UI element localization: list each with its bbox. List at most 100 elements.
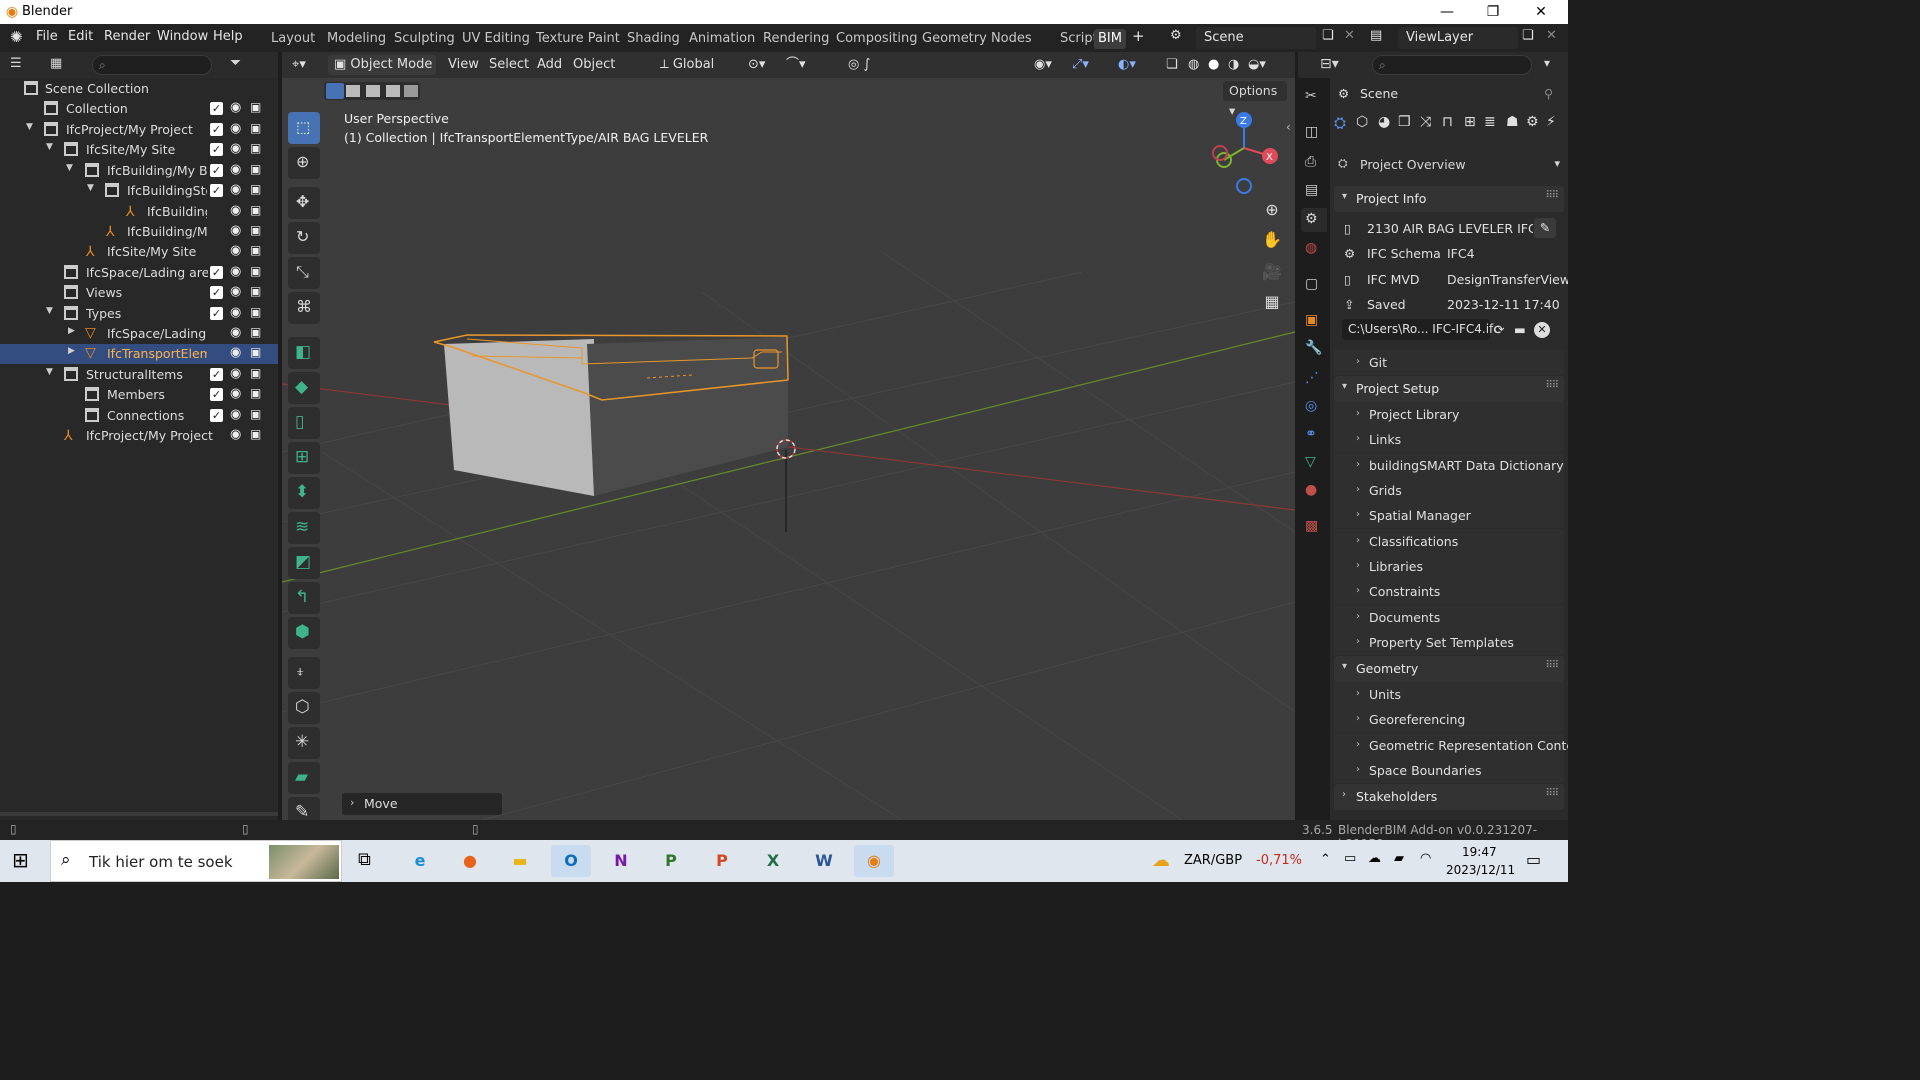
select-new-icon[interactable] [326,83,344,99]
tree-row-ifcbuildingstorey[interactable]: ▼ IfcBuildingStore ✓ ◉ ▣ [0,181,278,201]
project-info-panel-header[interactable]: ▾ Project Info ⠿⠿ [1334,186,1564,212]
menu-add[interactable]: Add [537,55,562,75]
render-camera-icon[interactable]: ▣ [250,100,266,114]
bim-opening-tool[interactable]: ⬡ [288,692,320,724]
sidebar-toggle-icon[interactable]: ‹ [1286,120,1291,134]
visibility-eye-icon[interactable]: ◉ [230,305,246,320]
bim-structure-tool[interactable]: ✳ [288,727,320,759]
menu-render[interactable]: Render [104,29,150,44]
delete-scene-icon[interactable]: ✕ [1344,28,1355,43]
blender-menu-icon[interactable]: ✺ [10,28,23,46]
tree-row-types[interactable]: ▼ Types ✓ ◉ ▣ [0,304,278,324]
tray-cloud-icon[interactable]: ☁ [1368,851,1381,866]
gizmo-toggle-icon[interactable]: ⤢▾ [1072,55,1089,75]
visibility-eye-icon[interactable]: ◉ [230,345,246,360]
services-icon[interactable]: ⤨ [1420,114,1431,130]
bim-window-tool[interactable]: ⊞ [288,442,320,474]
options-dropdown[interactable]: Options ▾ [1223,81,1287,118]
move-tool[interactable]: ✥ [288,187,320,219]
powerpoint-icon[interactable]: P [702,845,742,877]
object-tab-icon[interactable]: ▣ [1305,312,1318,328]
onenote-icon[interactable]: N [601,845,641,877]
render-camera-icon[interactable]: ▣ [250,407,266,421]
texture-tab-icon[interactable]: ▩ [1305,518,1318,534]
visibility-icon[interactable]: ◉▾ [1034,55,1052,75]
expand-arrow-icon[interactable]: ▼ [46,306,53,316]
visibility-eye-icon[interactable]: ◉ [230,223,246,238]
modifier-tab-icon[interactable]: 🔧 [1305,340,1322,356]
tab-layout[interactable]: Layout [267,29,319,49]
display-mode-icon[interactable]: ▦ [50,56,62,71]
view-layer-icon[interactable]: ▤ [1370,28,1382,43]
3d-viewport[interactable]: ⌖▾ ▣ Object Mode View Select Add Object … [282,52,1295,820]
expand-arrow-icon[interactable]: ▼ [26,122,33,132]
git-subpanel[interactable]: › Git [1334,350,1564,375]
schedule-icon[interactable]: ⊞ [1464,114,1476,130]
exclude-checkbox[interactable]: ✓ [210,102,223,115]
bim-stair-tool[interactable]: ≋ [288,512,320,544]
word-icon[interactable]: W [804,845,844,877]
select-intersect-icon[interactable] [404,85,418,97]
outliner-search-input[interactable]: ⌕ [92,55,212,75]
visibility-eye-icon[interactable]: ◉ [230,121,246,136]
drag-grip-icon[interactable]: ⠿⠿ [1545,788,1559,799]
project-setup-panel-header[interactable]: ▾ Project Setup ⠿⠿ [1334,376,1564,402]
exclude-checkbox[interactable]: ✓ [210,184,223,197]
expand-arrow-icon[interactable]: ▶ [68,326,75,336]
new-view-layer-icon[interactable]: ❏ [1522,28,1534,43]
transform-orientation-selector[interactable]: ⟂ Global [660,55,738,75]
render-camera-icon[interactable]: ▣ [250,223,266,237]
stakeholders-panel-header[interactable]: › Stakeholders ⠿⠿ [1334,784,1564,810]
physics-tab-icon[interactable]: ◎ [1305,398,1317,414]
exclude-checkbox[interactable]: ✓ [210,409,223,422]
visibility-eye-icon[interactable]: ◉ [230,407,246,422]
exclude-checkbox[interactable]: ✓ [210,307,223,320]
visibility-eye-icon[interactable]: ◉ [230,100,246,115]
visibility-eye-icon[interactable]: ◉ [230,264,246,279]
excel-icon[interactable]: X [753,845,793,877]
world-tab-icon[interactable]: ◍ [1305,240,1317,256]
tab-compositing[interactable]: Compositing [832,29,922,49]
render-camera-icon[interactable]: ▣ [250,162,266,176]
tree-row-ifcproject[interactable]: ▼ IfcProject/My Project ✓ ◉ ▣ [0,120,278,140]
chevron-down-icon[interactable]: ▾ [1544,56,1550,70]
expand-arrow-icon[interactable]: ▶ [68,346,75,356]
bim-element-tool[interactable]: ⬢ [288,617,320,649]
material-tab-icon[interactable]: ● [1305,482,1317,498]
transform-tool[interactable]: ⌘ [288,292,320,324]
render-camera-icon[interactable]: ▣ [250,366,266,380]
tree-row-structuralitems[interactable]: ▼ StructuralItems ✓ ◉ ▣ [0,365,278,385]
file-explorer-icon[interactable]: ▬ [500,845,540,877]
xray-icon[interactable]: ❏ [1166,55,1178,75]
notifications-icon[interactable]: ▭ [1526,850,1541,869]
menu-select[interactable]: Select [489,55,529,75]
subpanel-georeferencing[interactable]: › Georeferencing [1334,707,1564,732]
subpanel-pset-templates[interactable]: › Property Set Templates [1334,630,1564,655]
tab-uv-editing[interactable]: UV Editing [458,29,534,49]
zoom-icon[interactable]: ⊕ [1258,196,1286,224]
editor-type-icon[interactable]: ⊟▾ [1320,56,1339,72]
exclude-checkbox[interactable]: ✓ [210,266,223,279]
battery-icon[interactable]: ▰ [1394,851,1404,866]
menu-object[interactable]: Object [573,55,615,75]
tree-row-scene-collection[interactable]: Scene Collection [0,79,278,99]
render-camera-icon[interactable]: ▣ [250,121,266,135]
visibility-eye-icon[interactable]: ◉ [230,366,246,381]
view-layer-tab-icon[interactable]: ▤ [1305,182,1318,198]
render-camera-icon[interactable]: ▣ [250,203,266,217]
ortho-grid-icon[interactable]: ▦ [1258,288,1286,316]
tab-shading[interactable]: Shading [623,29,684,49]
air-bag-leveler-front-face[interactable] [587,337,788,496]
blender-taskbar-icon[interactable]: ◉ [854,845,894,877]
tree-row-ifcproject-object[interactable]: ⅄ IfcProject/My Project ◉ ▣ [0,426,278,446]
tab-modeling[interactable]: Modeling [323,29,390,49]
scene-selector[interactable]: Scene [1196,27,1316,49]
render-camera-icon[interactable]: ▣ [250,427,266,441]
visibility-eye-icon[interactable]: ◉ [230,325,246,340]
reload-icon[interactable]: ⟳ [1494,322,1504,337]
scale-tool[interactable]: ⤡ [288,257,320,289]
tab-sculpting[interactable]: Sculpting [390,29,459,49]
structural-icon[interactable]: ⊓ [1442,114,1453,130]
exclude-checkbox[interactable]: ✓ [210,368,223,381]
filter-icon[interactable]: ⏷ [230,55,241,71]
